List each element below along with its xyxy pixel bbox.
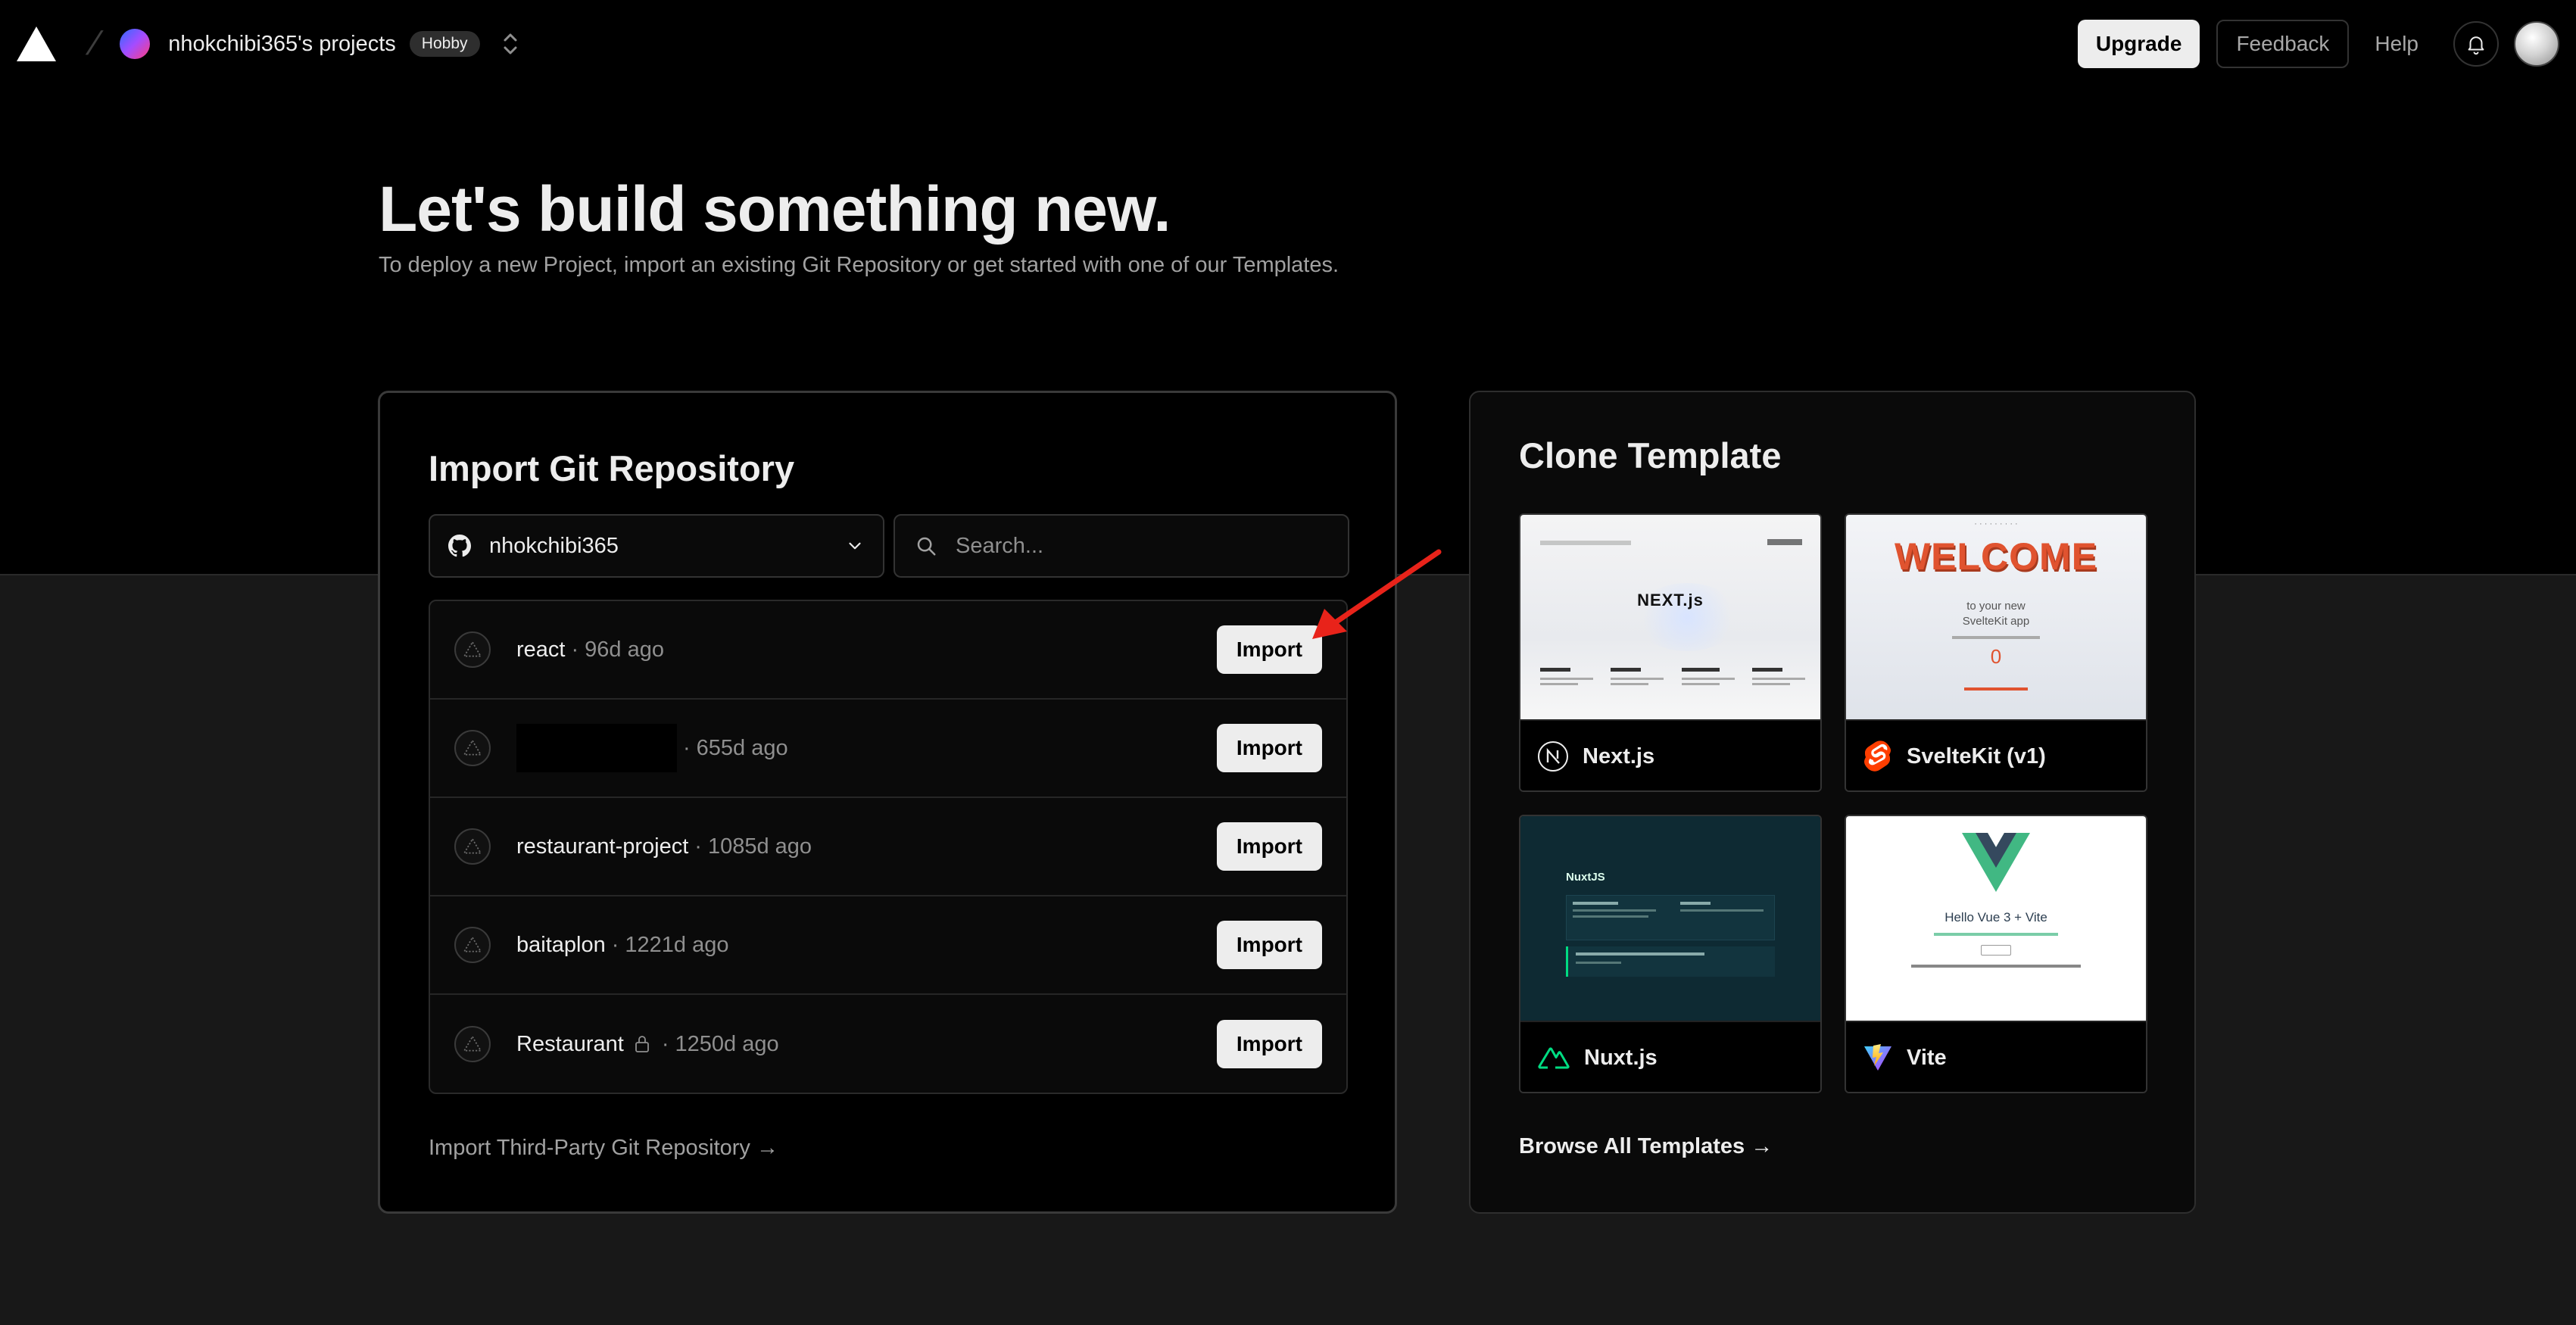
lock-icon: [635, 1036, 649, 1052]
vercel-logo-icon[interactable]: [17, 26, 56, 61]
help-link[interactable]: Help: [2375, 32, 2419, 56]
repo-framework-icon: [454, 730, 491, 766]
template-name: Vite: [1907, 1045, 1947, 1070]
template-name: Next.js: [1583, 744, 1655, 768]
header-actions: Upgrade Feedback Help: [2077, 20, 2559, 68]
vue-logo-icon: [1962, 833, 2030, 892]
svelte-welcome-text: WELCOME: [1894, 535, 2098, 578]
template-panel-title: Clone Template: [1519, 435, 1782, 475]
team-avatar[interactable]: [120, 29, 151, 59]
repo-name: baitaplon: [516, 932, 606, 957]
chevron-down-icon: [849, 542, 861, 550]
breadcrumb-separator: /: [83, 25, 106, 62]
repo-framework-icon: [454, 1026, 491, 1062]
nuxt-icon: [1538, 1047, 1570, 1069]
repo-separator: ·: [694, 834, 702, 859]
list-item: restaurant-project · 1085d ago Import: [430, 798, 1346, 896]
nuxt-brand: NuxtJS: [1566, 871, 1605, 884]
template-name: SvelteKit (v1): [1907, 744, 2046, 768]
chevron-up-down-icon[interactable]: [500, 29, 521, 59]
page-title: Let's build something new.: [379, 173, 1171, 245]
svelte-icon: [1864, 740, 1891, 772]
list-item: · 655d ago Import: [430, 700, 1346, 798]
repo-age: 655d ago: [696, 735, 788, 760]
repo-framework-icon: [454, 631, 491, 668]
template-preview-sveltekit: · · · · · · · · · WELCOME to your new Sv…: [1846, 515, 2146, 719]
repo-list: react · 96d ago Import · 655d ago Import…: [429, 600, 1348, 1094]
clone-template-panel: Clone Template NEXT.js Next.js · · · · ·…: [1469, 391, 2196, 1214]
template-footer: SvelteKit (v1): [1846, 719, 2146, 790]
repo-separator: ·: [661, 1031, 669, 1056]
nextjs-wordmark: NEXT.js: [1637, 591, 1704, 610]
nextjs-icon: [1538, 741, 1568, 772]
notifications-button[interactable]: [2453, 21, 2499, 67]
import-git-repository-panel: Import Git Repository nhokchibi365 react…: [378, 391, 1397, 1214]
svelte-line-2: SvelteKit app: [1962, 615, 2030, 628]
team-name[interactable]: nhokchibi365's projects: [168, 32, 396, 57]
upgrade-button[interactable]: Upgrade: [2077, 20, 2200, 68]
git-account-select[interactable]: nhokchibi365: [429, 514, 884, 578]
template-card-nextjs[interactable]: NEXT.js Next.js: [1519, 513, 1822, 792]
vite-icon: [1864, 1044, 1891, 1071]
redacted-repo-name: [516, 724, 677, 772]
repo-separator: ·: [571, 637, 579, 662]
repo-name: Restaurant: [516, 1031, 624, 1056]
import-panel-title: Import Git Repository: [429, 448, 795, 488]
import-button[interactable]: Import: [1216, 724, 1322, 772]
search-icon: [917, 537, 936, 556]
template-card-nuxtjs[interactable]: NuxtJS Nuxt.js: [1519, 815, 1822, 1093]
repo-age: 1250d ago: [675, 1031, 779, 1056]
template-card-sveltekit[interactable]: · · · · · · · · · WELCOME to your new Sv…: [1845, 513, 2147, 792]
template-card-vite[interactable]: Hello Vue 3 + Vite Vite: [1845, 815, 2147, 1093]
import-third-party-link[interactable]: Import Third-Party Git Repository →: [429, 1136, 778, 1161]
repo-separator: ·: [683, 735, 691, 760]
bell-icon: [2468, 36, 2484, 55]
github-icon: [448, 535, 471, 557]
search-input[interactable]: [956, 533, 1319, 559]
template-preview-nuxtjs: NuxtJS: [1520, 816, 1820, 1021]
import-button[interactable]: Import: [1216, 1020, 1322, 1068]
repo-age: 1085d ago: [707, 834, 812, 859]
repo-framework-icon: [454, 828, 491, 865]
template-footer: Nuxt.js: [1520, 1021, 1820, 1092]
repo-search[interactable]: [893, 514, 1349, 578]
top-nav: / nhokchibi365's projects Hobby Upgrade …: [0, 0, 2576, 88]
feedback-button[interactable]: Feedback: [2216, 20, 2350, 68]
list-item: baitaplon · 1221d ago Import: [430, 896, 1346, 995]
repo-age: 96d ago: [585, 637, 664, 662]
browse-all-templates-link[interactable]: Browse All Templates →: [1519, 1134, 1773, 1159]
repo-name: restaurant-project: [516, 834, 689, 859]
template-preview-nextjs: NEXT.js: [1520, 515, 1820, 719]
repo-framework-icon: [454, 927, 491, 963]
import-button[interactable]: Import: [1216, 921, 1322, 969]
repo-age: 1221d ago: [625, 932, 729, 957]
template-preview-vite: Hello Vue 3 + Vite: [1846, 816, 2146, 1021]
plan-badge: Hobby: [409, 31, 480, 57]
svelte-counter: 0: [1990, 645, 2002, 668]
page-subtitle: To deploy a new Project, import an exist…: [379, 253, 1339, 277]
repo-separator: ·: [611, 932, 619, 957]
user-avatar[interactable]: [2514, 21, 2559, 67]
annotation-arrow-icon: [1312, 549, 1442, 639]
template-name: Nuxt.js: [1584, 1045, 1658, 1070]
import-button[interactable]: Import: [1216, 822, 1322, 871]
template-footer: Next.js: [1520, 719, 1820, 790]
template-footer: Vite: [1846, 1021, 2146, 1092]
vite-heading: Hello Vue 3 + Vite: [1944, 910, 2047, 924]
list-item: react · 96d ago Import: [430, 601, 1346, 700]
svelte-line-1: to your new: [1966, 600, 2026, 613]
repo-name: react: [516, 637, 566, 662]
git-account-name: nhokchibi365: [489, 533, 619, 558]
list-item: Restaurant · 1250d ago Import: [430, 995, 1346, 1093]
